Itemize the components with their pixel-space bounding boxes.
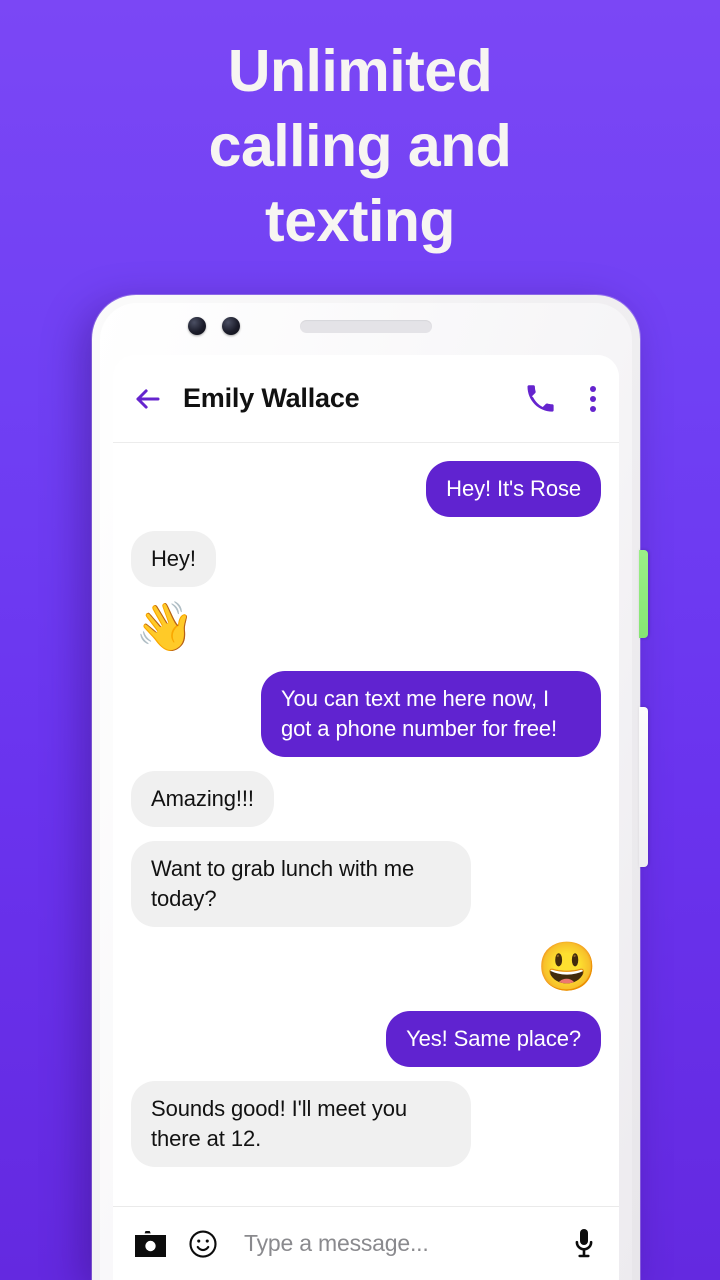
phone-mockup: Emily Wallace Hey! It's Rose Hey! 👋 You can… bbox=[92, 295, 648, 1280]
message-row: Hey! bbox=[131, 531, 601, 587]
incoming-message-bubble[interactable]: Want to grab lunch with me today? bbox=[131, 841, 471, 927]
phone-call-icon[interactable] bbox=[525, 384, 555, 414]
incoming-message-bubble[interactable]: Sounds good! I'll meet you there at 12. bbox=[131, 1081, 471, 1167]
headline-line-2: calling and bbox=[208, 113, 512, 179]
message-row: Hey! It's Rose bbox=[131, 461, 601, 517]
earpiece-speaker bbox=[300, 320, 432, 333]
phone-screen: Emily Wallace Hey! It's Rose Hey! 👋 You can… bbox=[113, 355, 619, 1280]
volume-button[interactable] bbox=[639, 550, 648, 638]
proximity-sensor-icon bbox=[222, 317, 240, 335]
promo-headline: Unlimited calling and texting bbox=[0, 34, 720, 259]
phone-bezel-top bbox=[92, 295, 640, 355]
message-emoji[interactable]: 😃 bbox=[533, 941, 601, 995]
emoji-icon[interactable] bbox=[188, 1229, 218, 1259]
outgoing-message-bubble[interactable]: Hey! It's Rose bbox=[426, 461, 601, 517]
incoming-message-bubble[interactable]: Hey! bbox=[131, 531, 216, 587]
menu-dot bbox=[590, 395, 596, 402]
headline-line-3: texting bbox=[265, 188, 455, 254]
back-arrow-icon[interactable] bbox=[133, 384, 163, 414]
camera-icon[interactable] bbox=[135, 1230, 166, 1257]
message-row: 👋 bbox=[131, 601, 601, 655]
message-emoji[interactable]: 👋 bbox=[131, 601, 199, 655]
power-button[interactable] bbox=[639, 707, 648, 867]
contact-name: Emily Wallace bbox=[183, 383, 360, 413]
more-options-icon[interactable] bbox=[589, 384, 597, 414]
incoming-message-bubble[interactable]: Amazing!!! bbox=[131, 771, 274, 827]
outgoing-message-bubble[interactable]: You can text me here now, I got a phone … bbox=[261, 671, 601, 757]
message-row: 😃 bbox=[131, 941, 601, 995]
menu-dot bbox=[590, 405, 596, 412]
outgoing-message-bubble[interactable]: Yes! Same place? bbox=[386, 1011, 601, 1067]
message-row: Sounds good! I'll meet you there at 12. bbox=[131, 1081, 601, 1167]
chat-header: Emily Wallace bbox=[113, 355, 619, 443]
front-camera-icon bbox=[188, 317, 206, 335]
message-list[interactable]: Hey! It's Rose Hey! 👋 You can text me here … bbox=[113, 443, 619, 1206]
menu-dot bbox=[590, 385, 596, 392]
message-row: Want to grab lunch with me today? bbox=[131, 841, 601, 927]
headline-line-1: Unlimited bbox=[227, 38, 493, 104]
message-row: You can text me here now, I got a phone … bbox=[131, 671, 601, 757]
message-input[interactable] bbox=[244, 1230, 559, 1257]
message-composer bbox=[113, 1206, 619, 1280]
message-row: Amazing!!! bbox=[131, 771, 601, 827]
microphone-icon[interactable] bbox=[573, 1228, 595, 1260]
message-row: Yes! Same place? bbox=[131, 1011, 601, 1067]
